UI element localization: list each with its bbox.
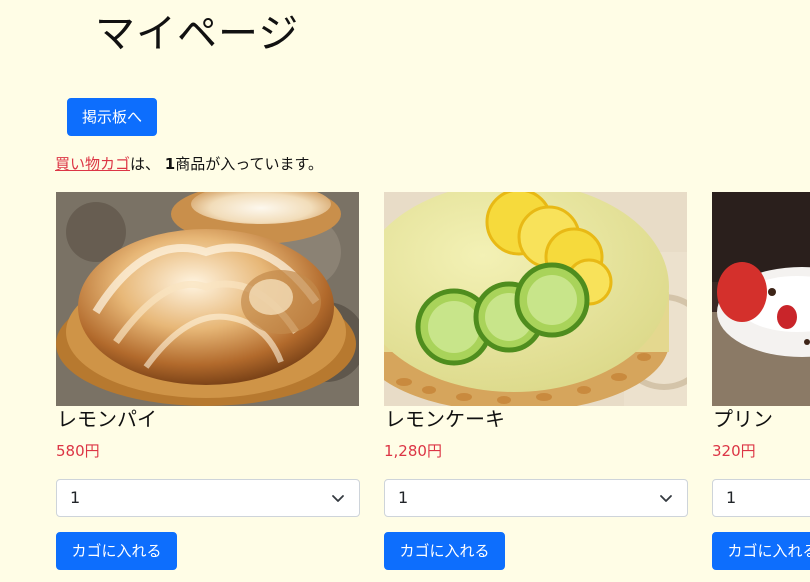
product-image-lemon-cake[interactable]: [384, 192, 687, 406]
quantity-select[interactable]: 1: [384, 479, 688, 517]
add-to-cart-button[interactable]: カゴに入れる: [56, 532, 177, 570]
product-price: 320円: [712, 442, 756, 460]
product-name: プリン: [713, 407, 773, 431]
cart-text-after: 商品が入っています。: [175, 155, 323, 173]
product-price: 580円: [56, 442, 100, 460]
chevron-down-icon: [332, 495, 344, 502]
chevron-down-icon: [660, 495, 672, 502]
product-name: レモンケーキ: [385, 407, 505, 431]
product-image-pudding[interactable]: [712, 192, 810, 406]
quantity-value: 1: [726, 488, 737, 507]
product-price: 1,280円: [384, 442, 442, 460]
board-button[interactable]: 掲示板へ: [67, 98, 157, 136]
cart-link[interactable]: 買い物カゴ: [55, 155, 130, 173]
product-image-lemon-pie[interactable]: [56, 192, 359, 406]
product-name: レモンパイ: [57, 407, 157, 431]
quantity-select[interactable]: 1: [56, 479, 360, 517]
page-title: マイページ: [95, 11, 300, 57]
cart-count: 1: [164, 155, 176, 173]
quantity-value: 1: [70, 488, 81, 507]
add-to-cart-button[interactable]: カゴに入れる: [384, 532, 505, 570]
add-to-cart-button[interactable]: カゴに入れる: [712, 532, 810, 570]
cart-status: 買い物カゴは、 1商品が入っています。: [55, 154, 323, 174]
cart-text-before: は、: [130, 155, 165, 173]
my-page: マイページ 掲示板へ 買い物カゴは、 1商品が入っています。 レモンパイ 580…: [0, 0, 810, 582]
quantity-value: 1: [398, 488, 409, 507]
quantity-select[interactable]: 1: [712, 479, 810, 517]
